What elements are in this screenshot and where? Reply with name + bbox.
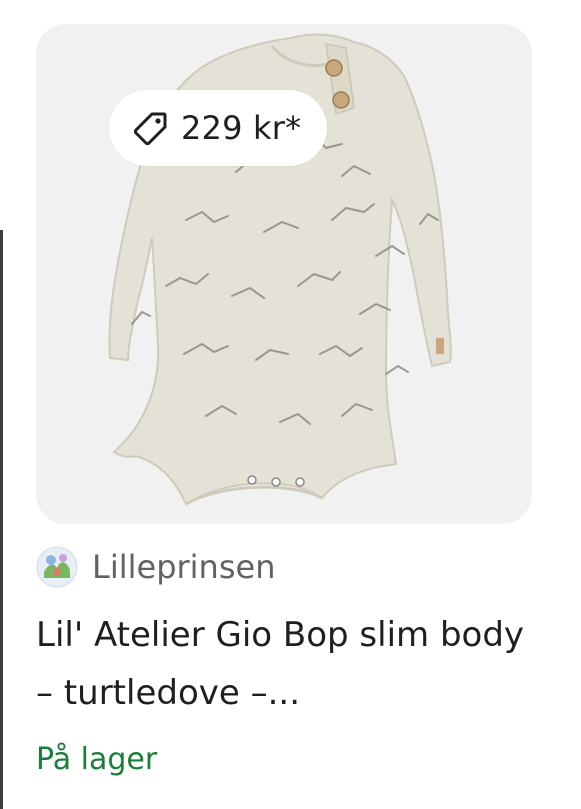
- shopping-result-page: 229 kr* Lilleprinsen Lil' Atelier Gio Bo…: [0, 0, 581, 809]
- stock-status: På lager: [36, 742, 158, 777]
- merchant-favicon: [36, 546, 78, 588]
- tag-icon: [133, 110, 169, 146]
- left-edge-divider: [0, 230, 3, 809]
- price-label: 229 kr*: [181, 109, 302, 147]
- product-title[interactable]: Lil' Atelier Gio Bop slim body – turtled…: [36, 606, 532, 722]
- merchant-row[interactable]: Lilleprinsen: [36, 546, 275, 588]
- price-badge: 229 kr*: [109, 90, 328, 166]
- product-card[interactable]: 229 kr*: [36, 24, 532, 524]
- merchant-name: Lilleprinsen: [92, 548, 276, 586]
